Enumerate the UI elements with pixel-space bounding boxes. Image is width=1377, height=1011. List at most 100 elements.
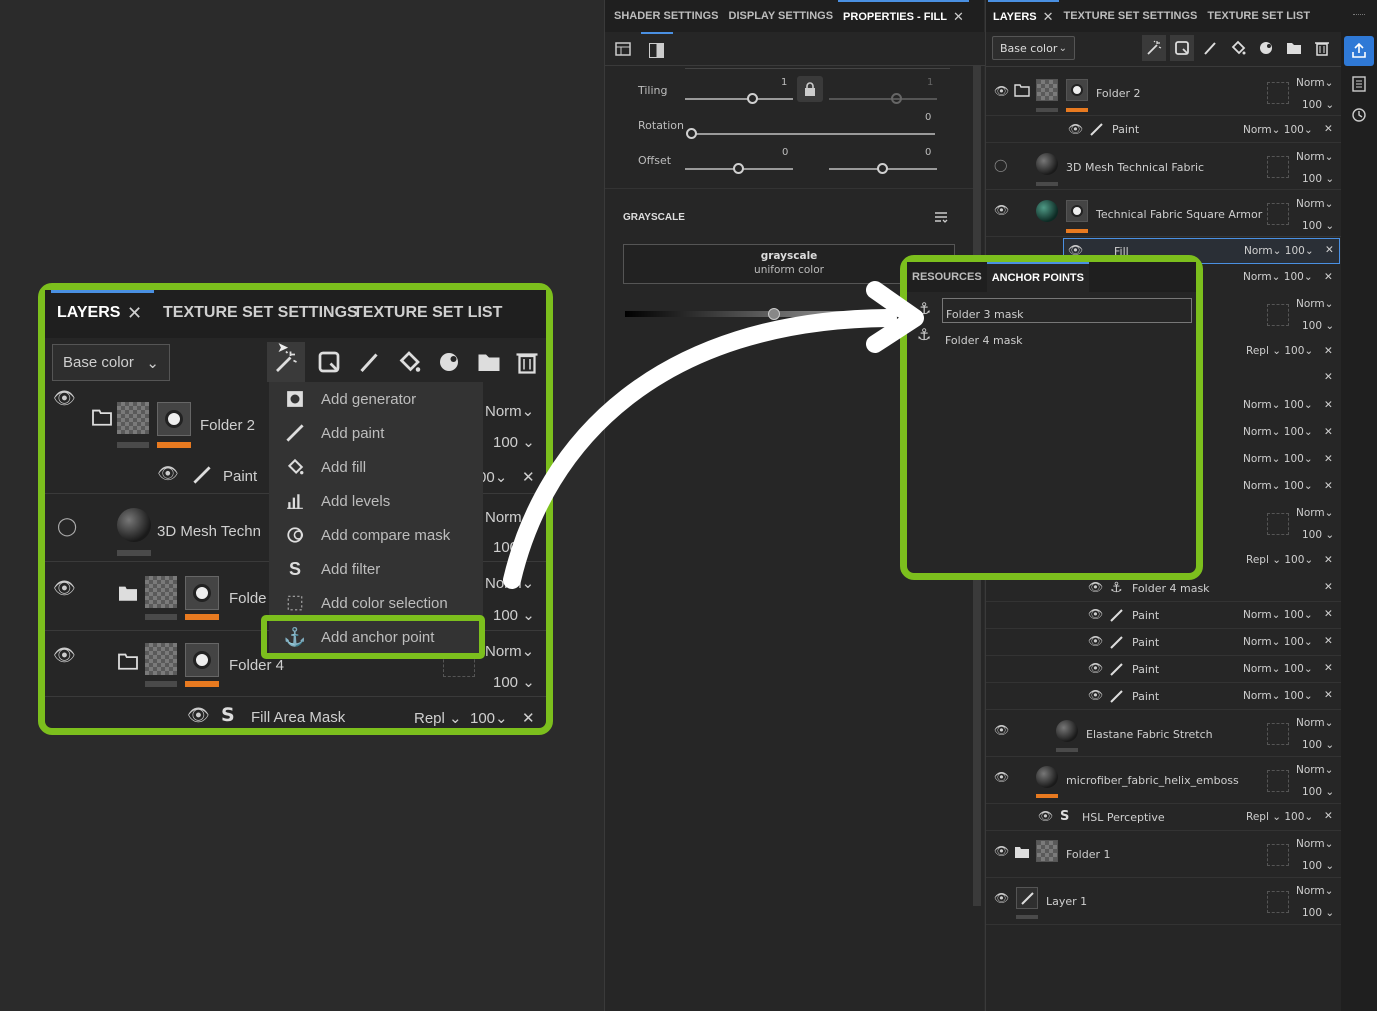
menu-item-add-fill[interactable]: Add fill: [269, 450, 483, 484]
eye-icon[interactable]: 👁: [1088, 607, 1103, 621]
tab-layers[interactable]: LAYERS ✕: [988, 0, 1059, 32]
close-icon[interactable]: ✕: [127, 303, 142, 324]
eye-icon[interactable]: 👁: [53, 645, 76, 666]
close-icon[interactable]: ✕: [1324, 453, 1333, 465]
blend-mode[interactable]: Norm⌄ 100⌄: [1243, 124, 1313, 136]
eye-icon[interactable]: 👁: [994, 723, 1009, 737]
opacity[interactable]: 100 ⌄: [1302, 860, 1334, 872]
rotation-slider-track[interactable]: [691, 133, 935, 135]
layer-row-folder-1[interactable]: 👁 Folder 1 Norm⌄ 100 ⌄: [986, 832, 1342, 878]
rotation-slider-handle[interactable]: [686, 128, 697, 139]
offset-slider-1-handle[interactable]: [733, 163, 744, 174]
close-icon[interactable]: ✕: [1324, 689, 1333, 701]
anchor-item-folder-3-mask[interactable]: Folder 3 mask: [942, 298, 1192, 323]
layer-row-paint[interactable]: 👁 Paint Norm⌄ 100⌄ ✕: [986, 117, 1342, 143]
eye-icon[interactable]: 👁: [994, 770, 1009, 784]
layer-row-elastane[interactable]: 👁 Elastane Fabric Stretch Norm⌄ 100 ⌄: [986, 711, 1342, 757]
blend-mode[interactable]: Norm⌄: [1296, 298, 1333, 310]
offset-slider-2-handle[interactable]: [877, 163, 888, 174]
list-options-icon[interactable]: [934, 210, 948, 224]
layer-name[interactable]: microfiber_fabric_helix_emboss: [1066, 774, 1239, 787]
blend-mode[interactable]: Norm⌄: [1296, 507, 1333, 519]
add-paint-layer-icon[interactable]: [1198, 35, 1222, 61]
add-mask-icon[interactable]: [1170, 35, 1194, 61]
close-icon[interactable]: ✕: [1324, 371, 1333, 383]
layer-row-layer-1[interactable]: 👁 Layer 1 Norm⌄ 100 ⌄: [986, 879, 1342, 925]
eye-icon[interactable]: 👁: [1088, 688, 1103, 702]
layer-name[interactable]: HSL Perceptive: [1082, 811, 1165, 824]
blend-mode[interactable]: Norm⌄ 100⌄: [1243, 453, 1313, 465]
opacity[interactable]: 100 ⌄: [1302, 220, 1334, 232]
blend-mode[interactable]: Repl ⌄: [414, 709, 462, 727]
opacity[interactable]: 100 ⌄: [1302, 907, 1334, 919]
eye-icon[interactable]: 👁: [994, 891, 1009, 905]
layer-name[interactable]: Paint: [1132, 609, 1159, 622]
tab-texture-set-settings[interactable]: TEXTURE SET SETTINGS: [163, 304, 358, 322]
close-icon[interactable]: ✕: [1324, 635, 1333, 647]
add-fill-layer-icon[interactable]: [1226, 35, 1250, 61]
layer-row-hsl[interactable]: 👁 S HSL Perceptive Repl ⌄ 100⌄ ✕: [986, 805, 1342, 831]
blend-mode[interactable]: Norm⌄: [1296, 838, 1333, 850]
layer-name[interactable]: Elastane Fabric Stretch: [1086, 728, 1213, 741]
eye-icon[interactable]: 👁: [994, 84, 1009, 98]
add-effect-icon[interactable]: [1142, 35, 1166, 61]
add-paint-layer-icon[interactable]: [353, 346, 385, 378]
eye-icon[interactable]: 👁: [1068, 122, 1083, 136]
channel-dropdown[interactable]: Base color ⌄: [52, 344, 170, 381]
layer-row-paint[interactable]: 👁 Paint Norm⌄ 100⌄ ✕: [986, 657, 1342, 683]
blend-mode[interactable]: Norm⌄ 100⌄: [1243, 480, 1313, 492]
blend-mode[interactable]: Norm⌄: [1296, 151, 1333, 163]
layer-name[interactable]: Paint: [1132, 636, 1159, 649]
eye-hidden-icon[interactable]: ◯: [57, 516, 77, 537]
tiling-slider-track[interactable]: [685, 98, 793, 100]
layer-row-paint[interactable]: 👁 Paint Norm⌄ 100⌄ ✕: [986, 684, 1342, 710]
eye-icon[interactable]: 👁: [1088, 661, 1103, 675]
add-smart-material-icon[interactable]: [433, 346, 465, 378]
tab-texture-set-settings[interactable]: TEXTURE SET SETTINGS: [1059, 0, 1203, 32]
mask-thumbnail[interactable]: [1066, 200, 1088, 222]
close-icon[interactable]: ✕: [1324, 426, 1333, 438]
material-icon[interactable]: [615, 41, 631, 57]
layer-name[interactable]: Technical Fabric Square Armor: [1096, 208, 1262, 221]
tiling-slider-2-handle[interactable]: [891, 93, 902, 104]
menu-item-add-compare-mask[interactable]: Add compare mask: [269, 518, 483, 552]
offset-value-1[interactable]: 0: [782, 147, 788, 158]
close-icon[interactable]: ✕: [1324, 581, 1333, 593]
layer-name-fill-area-mask[interactable]: Fill Area Mask: [251, 709, 345, 726]
opacity[interactable]: 100 ⌄: [1302, 320, 1334, 332]
close-icon[interactable]: ✕: [1324, 345, 1333, 357]
menu-item-add-filter[interactable]: S Add filter: [269, 552, 483, 586]
layer-name-folder-2[interactable]: Folder 2: [200, 417, 255, 434]
tiling-value-1[interactable]: 1: [781, 77, 787, 88]
blend-mode[interactable]: Norm⌄ 100⌄: [1244, 245, 1314, 257]
blend-mode[interactable]: Norm⌄ 100⌄: [1243, 690, 1313, 702]
menu-item-add-levels[interactable]: Add levels: [269, 484, 483, 518]
export-icon[interactable]: [1344, 36, 1374, 66]
eye-icon[interactable]: 👁: [53, 578, 76, 599]
tab-shader-settings[interactable]: SHADER SETTINGS: [609, 0, 724, 32]
blend-mode[interactable]: Norm⌄ 100⌄: [1243, 609, 1313, 621]
blend-mode[interactable]: Norm⌄: [1296, 885, 1333, 897]
opacity[interactable]: 100 ⌄: [493, 606, 535, 624]
eye-icon[interactable]: 👁: [1038, 809, 1053, 823]
blend-mode[interactable]: Norm⌄ 100⌄: [1243, 663, 1313, 675]
blend-mode[interactable]: Repl ⌄ 100⌄: [1246, 811, 1313, 823]
anchor-item-folder-4-mask[interactable]: Folder 4 mask: [945, 329, 1023, 348]
tab-anchor-points[interactable]: ANCHOR POINTS: [986, 262, 1089, 292]
add-mask-icon[interactable]: [313, 346, 345, 378]
blend-mode[interactable]: Norm⌄ 100⌄: [1243, 399, 1313, 411]
mask-thumbnail[interactable]: [185, 576, 219, 610]
tab-layers[interactable]: LAYERS: [57, 304, 120, 322]
tiling-slider-handle[interactable]: [747, 93, 758, 104]
layer-name-folder-4[interactable]: Folder 4: [229, 657, 284, 674]
opacity[interactable]: 100 ⌄: [1302, 786, 1334, 798]
add-smart-material-icon[interactable]: [1254, 35, 1278, 61]
blend-mode[interactable]: Repl ⌄ 100⌄: [1246, 345, 1313, 357]
layer-row-paint[interactable]: 👁 Paint Norm⌄ 100⌄ ✕: [986, 603, 1342, 629]
layer-name-3d-mesh[interactable]: 3D Mesh Techn: [157, 523, 261, 540]
opacity[interactable]: 100 ⌄: [1302, 529, 1334, 541]
close-icon[interactable]: ✕: [1324, 554, 1333, 566]
layer-name[interactable]: Folder 4 mask: [1132, 582, 1210, 595]
tab-texture-set-list[interactable]: TEXTURE SET LIST: [1202, 0, 1315, 32]
close-icon[interactable]: ✕: [1324, 810, 1333, 822]
